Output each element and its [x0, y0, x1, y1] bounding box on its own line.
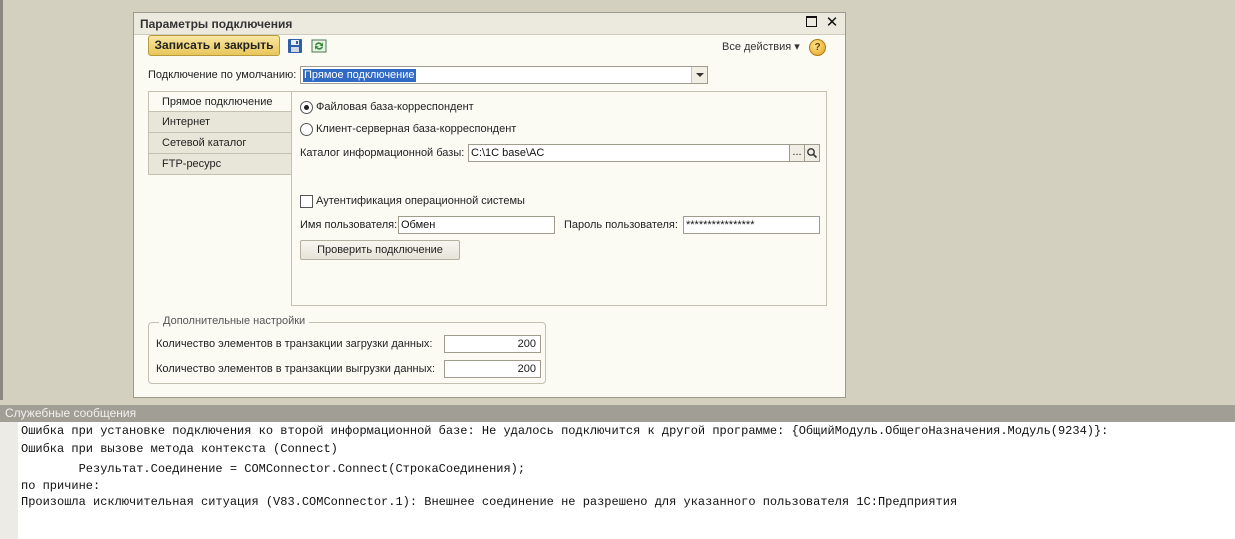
message-line: Произошла исключительная ситуация (V83.C… [21, 495, 958, 509]
message-line: по причине: [21, 479, 101, 493]
messages-panel[interactable]: Ошибка при установке подключения ко втор… [0, 422, 1235, 539]
message-line: Ошибка при вызове метода контекста (Conn… [21, 442, 338, 456]
messages-header: Служебные сообщения [0, 405, 1235, 422]
browse-button[interactable]: ... [789, 144, 805, 162]
extra-settings-group: Дополнительные настройки Количество элем… [148, 315, 546, 384]
username-label: Имя пользователя: [300, 219, 398, 231]
close-icon[interactable]: ✕ [824, 15, 840, 31]
tab-network-folder[interactable]: Сетевой каталог [148, 133, 292, 154]
refresh-icon[interactable] [311, 38, 327, 54]
save-and-close-button[interactable]: Записать и закрыть [148, 35, 280, 56]
file-base-label: Файловая база-корреспондент [316, 101, 474, 113]
left-panel-edge [0, 0, 3, 400]
default-connection-label: Подключение по умолчанию: [148, 69, 297, 81]
help-icon[interactable]: ? [809, 39, 826, 56]
all-actions-menu[interactable]: Все действия ▾ [722, 40, 800, 53]
os-auth-label: Аутентификация операционной системы [316, 195, 525, 207]
connection-tabs: Прямое подключение Интернет Сетевой ката… [148, 91, 292, 175]
maximize-icon[interactable] [803, 15, 819, 31]
connection-settings-window: Параметры подключения ✕ Записать и закры… [133, 12, 846, 398]
username-input[interactable]: Обмен [398, 216, 555, 234]
window-titlebar[interactable]: Параметры подключения ✕ [134, 13, 845, 35]
message-line: Результат.Соединение = COMConnector.Conn… [21, 462, 526, 476]
tab-internet[interactable]: Интернет [148, 112, 292, 133]
messages-gutter [0, 422, 18, 539]
file-base-radio[interactable] [300, 101, 313, 114]
window-title: Параметры подключения [140, 17, 293, 31]
password-label: Пароль пользователя: [564, 219, 678, 231]
password-input[interactable]: **************** [683, 216, 820, 234]
chevron-down-icon[interactable] [691, 67, 707, 83]
search-icon[interactable] [804, 144, 820, 162]
catalog-label: Каталог информационной базы: [300, 147, 465, 159]
catalog-input[interactable]: C:\1C base\AC [468, 144, 790, 162]
load-transaction-input[interactable]: 200 [444, 335, 541, 353]
os-auth-checkbox[interactable] [300, 195, 313, 208]
message-line: Ошибка при установке подключения ко втор… [21, 424, 1109, 438]
extra-settings-title: Дополнительные настройки [159, 315, 310, 327]
client-server-radio[interactable] [300, 123, 313, 136]
tab-direct-connection[interactable]: Прямое подключение [148, 91, 292, 112]
tab-ftp-resource[interactable]: FTP-ресурс [148, 154, 292, 175]
client-server-label: Клиент-серверная база-корреспондент [316, 123, 517, 135]
direct-connection-panel: Файловая база-корреспондент Клиент-серве… [291, 91, 827, 306]
default-connection-value: Прямое подключение [303, 69, 416, 82]
default-connection-select[interactable]: Прямое подключение [300, 66, 708, 84]
load-transaction-label: Количество элементов в транзакции загруз… [156, 338, 433, 350]
check-connection-button[interactable]: Проверить подключение [300, 240, 460, 260]
unload-transaction-label: Количество элементов в транзакции выгруз… [156, 363, 436, 375]
floppy-disk-icon[interactable] [287, 38, 303, 54]
unload-transaction-input[interactable]: 200 [444, 360, 541, 378]
